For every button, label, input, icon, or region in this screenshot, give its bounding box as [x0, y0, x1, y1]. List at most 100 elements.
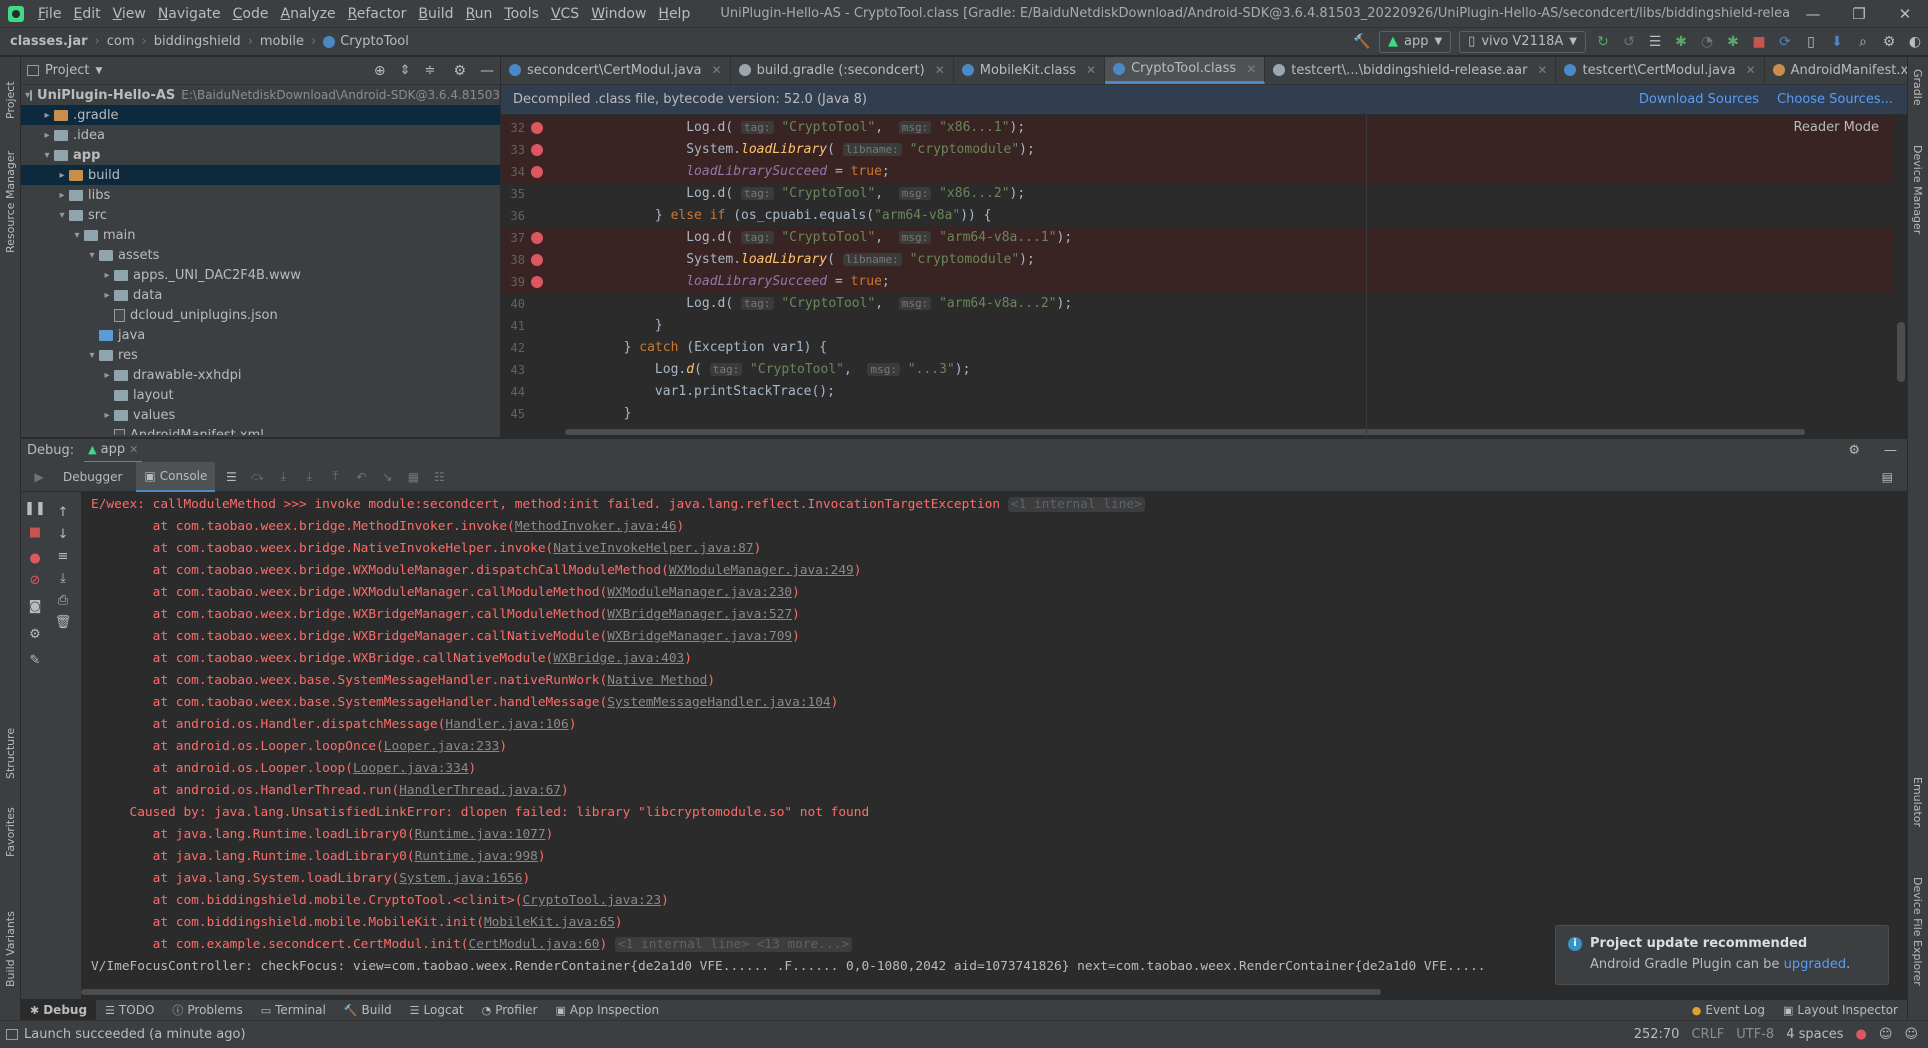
stack-trace-link[interactable]: CertModul.java:60 — [469, 937, 600, 952]
editor-tab[interactable]: testcert\...\biddingshield-release.aar ✕ — [1265, 57, 1557, 84]
tree-node[interactable]: ▸ build — [21, 165, 500, 185]
menu-build[interactable]: Build — [412, 0, 459, 28]
tool-tab-device-manager[interactable]: Device Manager — [1911, 145, 1924, 234]
drop-frame-icon[interactable]: ↶ — [351, 470, 371, 484]
line-number[interactable]: 34 — [501, 161, 525, 183]
profile-icon[interactable]: ◔ — [1694, 30, 1720, 54]
tree-node[interactable]: ▸ drawable-xxhdpi — [21, 365, 500, 385]
tab-debugger[interactable]: Debugger — [55, 462, 130, 492]
code-line[interactable]: 38 System.loadLibrary( libname: "cryptom… — [501, 249, 1893, 271]
file-encoding[interactable]: UTF-8 — [1730, 1027, 1780, 1042]
evaluate-icon[interactable]: ▦ — [403, 470, 423, 484]
close-icon[interactable]: ✕ — [935, 63, 945, 77]
menu-tools[interactable]: Tools — [498, 0, 545, 28]
scroll-to-end-icon[interactable]: ⤓ — [53, 568, 73, 588]
tool-tab-gradle[interactable]: Gradle — [1911, 69, 1924, 106]
stack-trace-link[interactable]: Native Method — [607, 673, 707, 688]
tree-node[interactable]: ▸ .idea — [21, 125, 500, 145]
bottom-tab-todo[interactable]: ☰ TODO — [96, 1000, 163, 1021]
editor-tab[interactable]: MobileKit.class ✕ — [954, 57, 1106, 84]
error-indicator-icon[interactable]: ● — [1856, 1027, 1867, 1042]
stack-trace-link[interactable]: WXBridge.java:403 — [553, 651, 684, 666]
status-layout-icon[interactable] — [6, 1029, 18, 1040]
code-area[interactable]: 32 Log.d( tag: "CryptoTool", msg: "x86..… — [501, 114, 1907, 437]
step-into-icon[interactable]: ⤓ — [299, 469, 319, 484]
tree-node[interactable]: ▾ res — [21, 345, 500, 365]
editor-scroll-thumb[interactable] — [1897, 322, 1905, 382]
camera-icon[interactable]: ◙ — [25, 596, 45, 616]
line-number[interactable]: 39 — [501, 271, 525, 293]
code-line[interactable]: 41 } — [501, 315, 1893, 337]
stack-trace-link[interactable]: System.java:1656 — [399, 871, 522, 886]
up-arrow-icon[interactable]: ↑ — [53, 502, 73, 522]
chevron-icon[interactable]: ▾ — [55, 210, 69, 221]
stack-trace-link[interactable]: Runtime.java:1077 — [415, 827, 546, 842]
stack-trace-link[interactable]: Looper.java:233 — [384, 739, 500, 754]
indent-setting[interactable]: 4 spaces — [1780, 1027, 1849, 1042]
layout-icon[interactable]: ▤ — [1882, 470, 1893, 484]
pause-icon[interactable]: ❚❚ — [24, 498, 46, 518]
stack-trace-link[interactable]: CryptoTool.java:23 — [522, 893, 661, 908]
line-number[interactable]: 38 — [501, 249, 525, 271]
view-breakpoints-icon[interactable]: ● — [25, 548, 45, 568]
console-output[interactable]: E/weex: callModuleMethod >>> invoke modu… — [81, 492, 1907, 982]
step-over-icon[interactable]: ⤓ — [273, 469, 293, 484]
bottom-tab-app-inspection[interactable]: ▣ App Inspection — [546, 1000, 668, 1021]
print-icon[interactable]: ⎙ — [53, 590, 73, 610]
apply-changes-icon[interactable]: ↺ — [1616, 30, 1642, 54]
chevron-icon[interactable]: ▸ — [40, 110, 54, 121]
expand-all-icon[interactable]: ⇕ — [400, 63, 411, 78]
memory-icon[interactable]: ☺ — [1904, 1027, 1918, 1042]
stack-trace-link[interactable]: WXBridgeManager.java:527 — [607, 607, 792, 622]
bottom-tab-event-log[interactable]: ● Event Log — [1683, 1000, 1774, 1021]
breadcrumb-item[interactable]: biddingshield — [150, 34, 245, 49]
collapse-all-icon[interactable]: ≑ — [425, 63, 436, 78]
chevron-icon[interactable]: ▸ — [55, 190, 69, 201]
code-line[interactable]: 36 } else if (os_cpuabi.equals("arm64-v8… — [501, 205, 1893, 227]
hide-icon[interactable]: — — [480, 63, 494, 79]
bottom-tab-layout-inspector[interactable]: ▣ Layout Inspector — [1774, 1000, 1907, 1021]
tree-node[interactable]: java — [21, 325, 500, 345]
line-number[interactable]: 33 — [501, 139, 525, 161]
run-config-select[interactable]: ▲ app ▼ — [1378, 30, 1452, 53]
menu-window[interactable]: Window — [585, 0, 652, 28]
rerun-icon[interactable]: ↻ — [1590, 30, 1616, 54]
chevron-icon[interactable]: ▾ — [70, 230, 84, 241]
account-icon[interactable]: ◐ — [1902, 30, 1928, 54]
close-button[interactable]: ✕ — [1882, 0, 1928, 28]
chevron-icon[interactable]: ▸ — [100, 290, 114, 301]
hammer-icon[interactable]: 🔨 — [1349, 30, 1375, 54]
line-number[interactable]: 43 — [501, 359, 525, 381]
stack-trace-link[interactable]: MobileKit.java:65 — [484, 915, 615, 930]
menu-refactor[interactable]: Refactor — [342, 0, 413, 28]
chevron-icon[interactable]: ▾ — [85, 350, 99, 361]
project-panel-title[interactable]: Project — [45, 63, 89, 78]
close-icon[interactable]: ✕ — [1086, 63, 1096, 77]
folded-lines-marker[interactable]: <1 internal line> <13 more...> — [614, 937, 853, 952]
breakpoint-icon[interactable] — [531, 122, 543, 134]
menu-run[interactable]: Run — [460, 0, 499, 28]
stack-trace-link[interactable]: Runtime.java:998 — [415, 849, 538, 864]
bottom-tab-terminal[interactable]: ▭ Terminal — [252, 1000, 335, 1021]
editor-tab[interactable]: testcert\CertModul.java ✕ — [1556, 57, 1765, 84]
tree-node[interactable]: ▾ assets — [21, 245, 500, 265]
breakpoint-icon[interactable] — [531, 144, 543, 156]
tree-node[interactable]: ▸ values — [21, 405, 500, 425]
stack-trace-link[interactable]: Handler.java:106 — [445, 717, 568, 732]
tree-node[interactable]: ▸ apps._UNI_DAC2F4B.www — [21, 265, 500, 285]
debug-session-tab[interactable]: ▲ app ✕ — [84, 439, 143, 463]
trace-icon[interactable]: ☷ — [429, 470, 449, 484]
close-icon[interactable]: ✕ — [1537, 63, 1547, 77]
code-line[interactable]: 34 loadLibrarySucceed = true; — [501, 161, 1893, 183]
chevron-icon[interactable]: ▾ — [40, 150, 54, 161]
locate-icon[interactable]: ⊕ — [374, 63, 386, 79]
chevron-icon[interactable]: ▸ — [55, 170, 69, 181]
search-icon[interactable]: ⌕ — [1850, 30, 1876, 54]
stack-trace-link[interactable]: Looper.java:334 — [353, 761, 469, 776]
step-out-icon[interactable]: ⤒ — [325, 469, 345, 484]
close-icon[interactable]: ✕ — [129, 443, 138, 456]
trash-icon[interactable]: 🗑 — [53, 612, 73, 632]
bottom-tab-profiler[interactable]: ◔ Profiler — [473, 1000, 547, 1021]
code-line[interactable]: 39 loadLibrarySucceed = true; — [501, 271, 1893, 293]
breadcrumb-item[interactable]: classes.jar — [0, 34, 92, 49]
